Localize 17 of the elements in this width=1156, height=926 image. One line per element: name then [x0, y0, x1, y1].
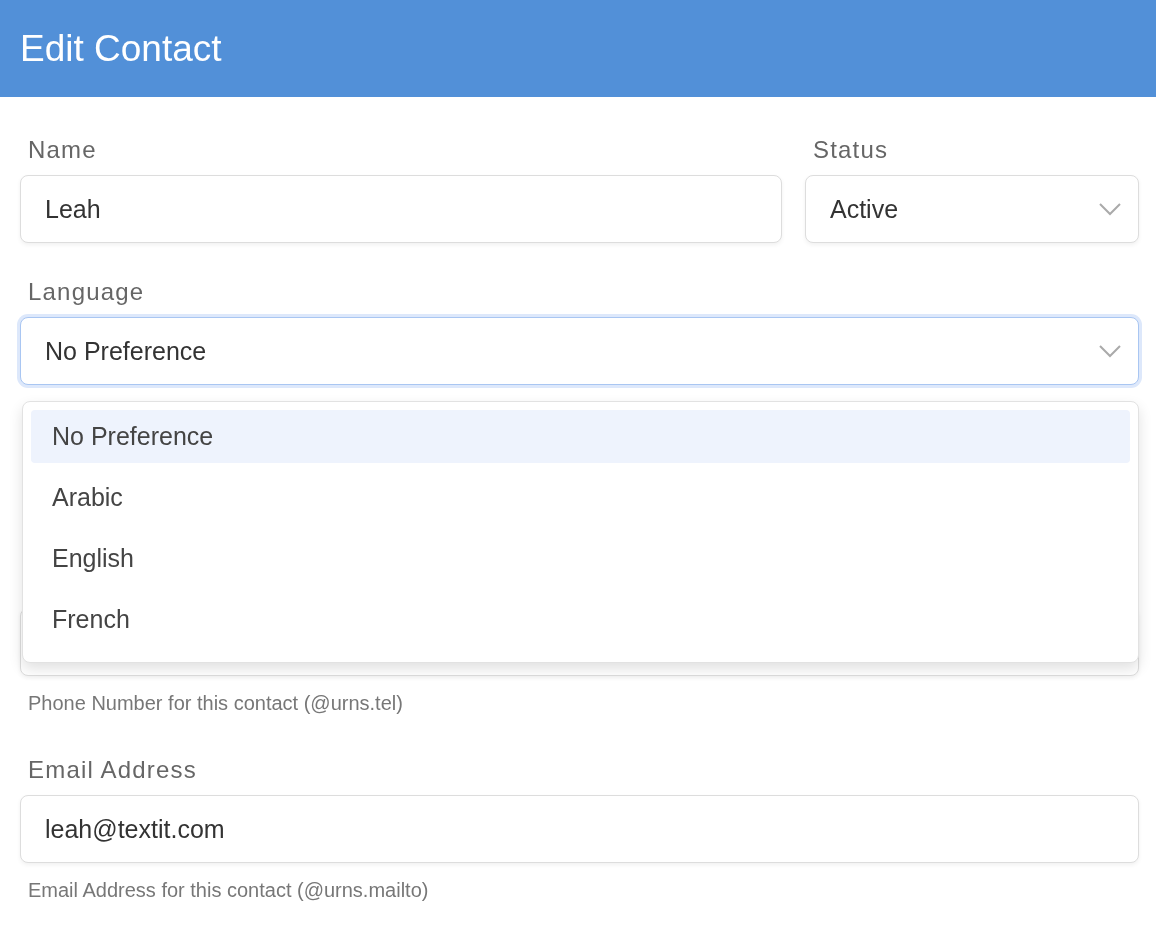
dropdown-option[interactable]: No Preference — [31, 410, 1130, 463]
email-input[interactable]: leah@textit.com — [20, 795, 1139, 863]
page-title: Edit Contact — [20, 27, 222, 70]
help-text: Phone Number for this contact (@urns.tel) — [28, 692, 404, 715]
language-select[interactable]: No Preference — [20, 317, 1139, 385]
field-label: Language — [28, 279, 146, 305]
name-input[interactable]: Leah — [20, 175, 782, 243]
help-text: Email Address for this contact (@urns.mailto) — [28, 879, 430, 902]
dropdown-option[interactable]: French — [31, 593, 1130, 646]
field-label: Name — [28, 137, 98, 163]
field-label: Email Address — [28, 757, 198, 783]
chevron-down-icon — [1098, 202, 1122, 216]
chevron-down-icon — [1098, 344, 1122, 358]
dropdown-option[interactable]: English — [31, 532, 1130, 585]
dropdown-option[interactable]: Arabic — [31, 471, 1130, 524]
status-select[interactable]: Active — [805, 175, 1139, 243]
field-label: Status — [813, 137, 890, 163]
